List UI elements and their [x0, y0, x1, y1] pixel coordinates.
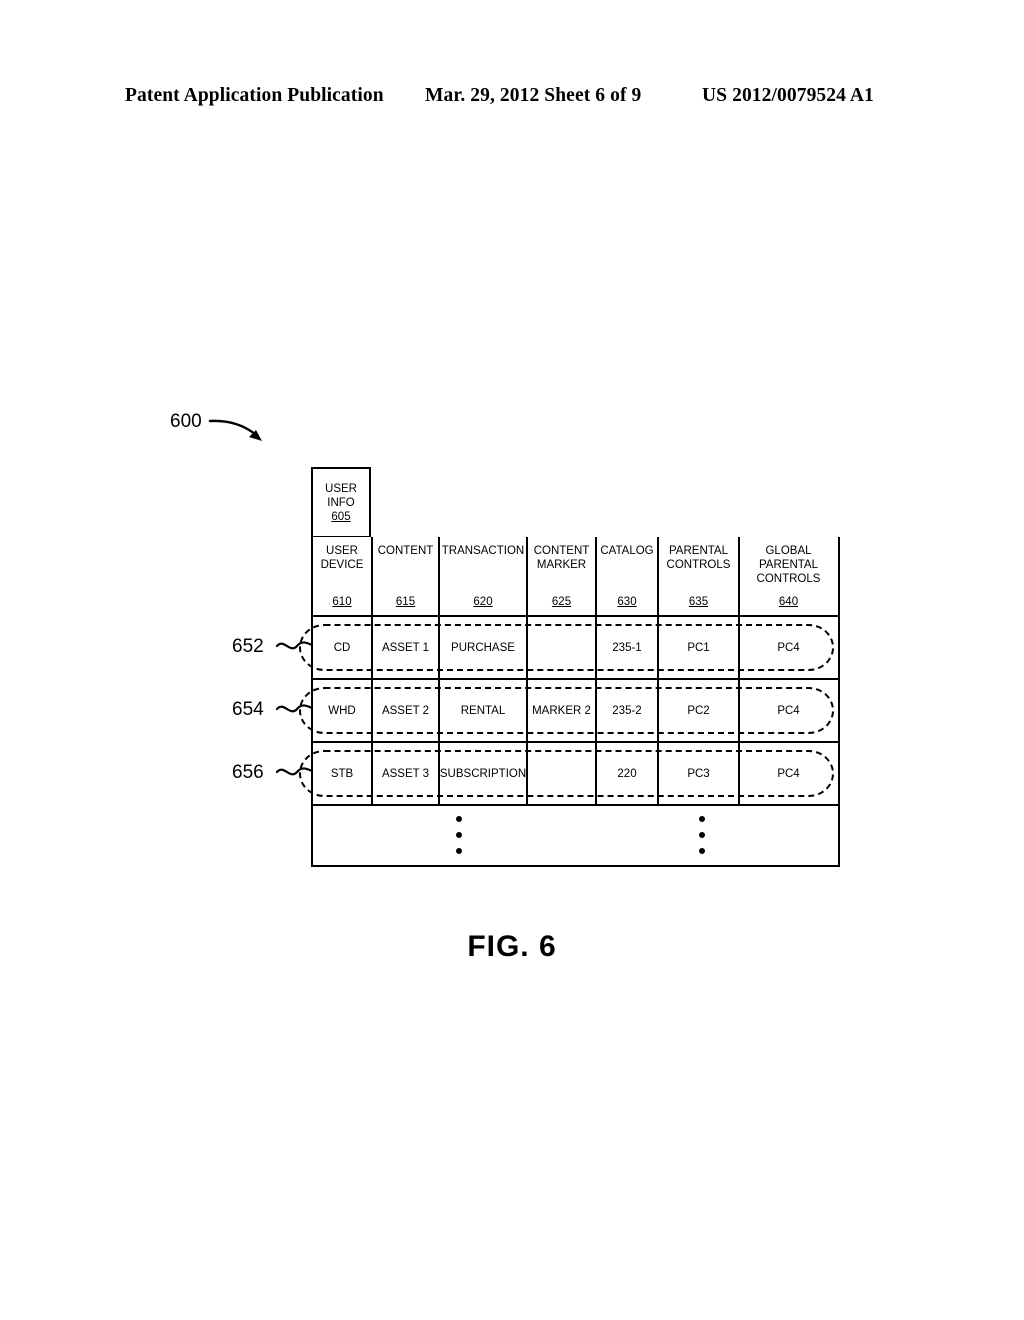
row-reference-number: 652	[232, 636, 264, 657]
table-cell-content-marker: MARKER 2	[528, 680, 597, 741]
column-header-label: TRANSACTION	[441, 545, 525, 557]
column-header-label: PARENTAL CONTROLS	[666, 545, 731, 571]
user-info-stub-row: USER INFO 605	[311, 467, 840, 537]
page-header-publication: Patent Application Publication	[125, 85, 384, 106]
column-header-ref: 640	[778, 596, 799, 608]
table-cell-transaction: SUBSCRIPTION	[440, 743, 528, 804]
table-cell-parental-controls: PC1	[659, 617, 740, 678]
table-grid: USER DEVICE 610 CONTENT 615 TRANSACTION …	[299, 537, 840, 867]
user-info-table: USER INFO 605 USER DEVICE 610 CONTENT 61…	[299, 467, 840, 867]
column-header-ref: 635	[688, 596, 709, 608]
table-header-row: USER DEVICE 610 CONTENT 615 TRANSACTION …	[313, 537, 838, 617]
diagram-reference-number: 600	[170, 411, 202, 432]
page-header-date-sheet: Mar. 29, 2012 Sheet 6 of 9	[425, 85, 642, 106]
table-cell-content: ASSET 3	[373, 743, 440, 804]
figure-caption: FIG. 6	[467, 930, 557, 963]
squiggle-leader-icon	[276, 767, 314, 776]
table-row: CD ASSET 1 PURCHASE 235-1 PC1 PC4	[299, 617, 838, 680]
table-cell-parental-controls: PC3	[659, 743, 740, 804]
column-header-ref: 615	[395, 596, 416, 608]
column-header-ref: 620	[473, 596, 493, 608]
column-header-user-device: USER DEVICE 610	[313, 537, 373, 615]
table-cell-transaction: PURCHASE	[440, 617, 528, 678]
column-header-label: CONTENT MARKER	[533, 545, 590, 571]
column-header-ref: 625	[551, 596, 572, 608]
column-header-content-marker: CONTENT MARKER 625	[528, 537, 597, 615]
column-header-label: CATALOG	[600, 545, 654, 557]
table-row: WHD ASSET 2 RENTAL MARKER 2 235-2 PC2 PC…	[299, 680, 838, 743]
vertical-ellipsis-icon	[456, 816, 462, 854]
page-header-patent-number: US 2012/0079524 A1	[702, 85, 874, 106]
vertical-ellipsis-icon	[699, 816, 705, 854]
row-reference-callout-652: 652	[232, 633, 322, 663]
table-cell-transaction: RENTAL	[440, 680, 528, 741]
column-header-label: GLOBAL PARENTAL CONTROLS	[756, 545, 821, 585]
table-continuation-row	[313, 806, 838, 865]
table-cell-global-parental-controls: PC4	[777, 704, 800, 717]
user-info-label-line1: USER	[325, 482, 357, 495]
row-reference-callout-656: 656	[232, 759, 322, 789]
row-reference-callout-654: 654	[232, 696, 322, 726]
table-cell-catalog: 235-2	[597, 680, 659, 741]
column-header-catalog: CATALOG 630	[597, 537, 659, 615]
table-row: STB ASSET 3 SUBSCRIPTION 220 PC3 PC4	[299, 743, 838, 806]
table-cell-global-parental-controls: PC4	[777, 641, 800, 654]
squiggle-leader-icon	[276, 641, 314, 650]
page-header: Patent Application Publication Mar. 29, …	[125, 85, 915, 115]
squiggle-leader-icon	[276, 704, 314, 713]
user-info-ref: 605	[331, 510, 351, 523]
column-header-parental-controls: PARENTAL CONTROLS 635	[659, 537, 740, 615]
column-header-label: USER DEVICE	[320, 545, 364, 571]
row-reference-number: 654	[232, 699, 264, 720]
column-header-ref: 610	[332, 596, 352, 608]
table-cell-content: ASSET 1	[373, 617, 440, 678]
diagram-reference-callout: 600	[170, 407, 280, 457]
row-reference-number: 656	[232, 762, 264, 783]
column-header-label: CONTENT	[377, 545, 434, 557]
user-info-label-line2: INFO	[327, 496, 355, 509]
table-cell-catalog: 235-1	[597, 617, 659, 678]
table-cell-parental-controls: PC2	[659, 680, 740, 741]
table-cell-content-marker	[528, 617, 597, 678]
user-info-stub-cell: USER INFO 605	[311, 467, 371, 537]
column-header-transaction: TRANSACTION 620	[440, 537, 528, 615]
column-header-content: CONTENT 615	[373, 537, 440, 615]
column-header-global-parental-controls: GLOBAL PARENTAL CONTROLS 640	[740, 537, 837, 615]
table-cell-global-parental-controls: PC4	[777, 767, 800, 780]
leader-arrow-icon	[208, 419, 262, 441]
column-header-ref: 630	[617, 596, 637, 608]
table-cell-content-marker	[528, 743, 597, 804]
table-cell-content: ASSET 2	[373, 680, 440, 741]
table-cell-catalog: 220	[597, 743, 659, 804]
